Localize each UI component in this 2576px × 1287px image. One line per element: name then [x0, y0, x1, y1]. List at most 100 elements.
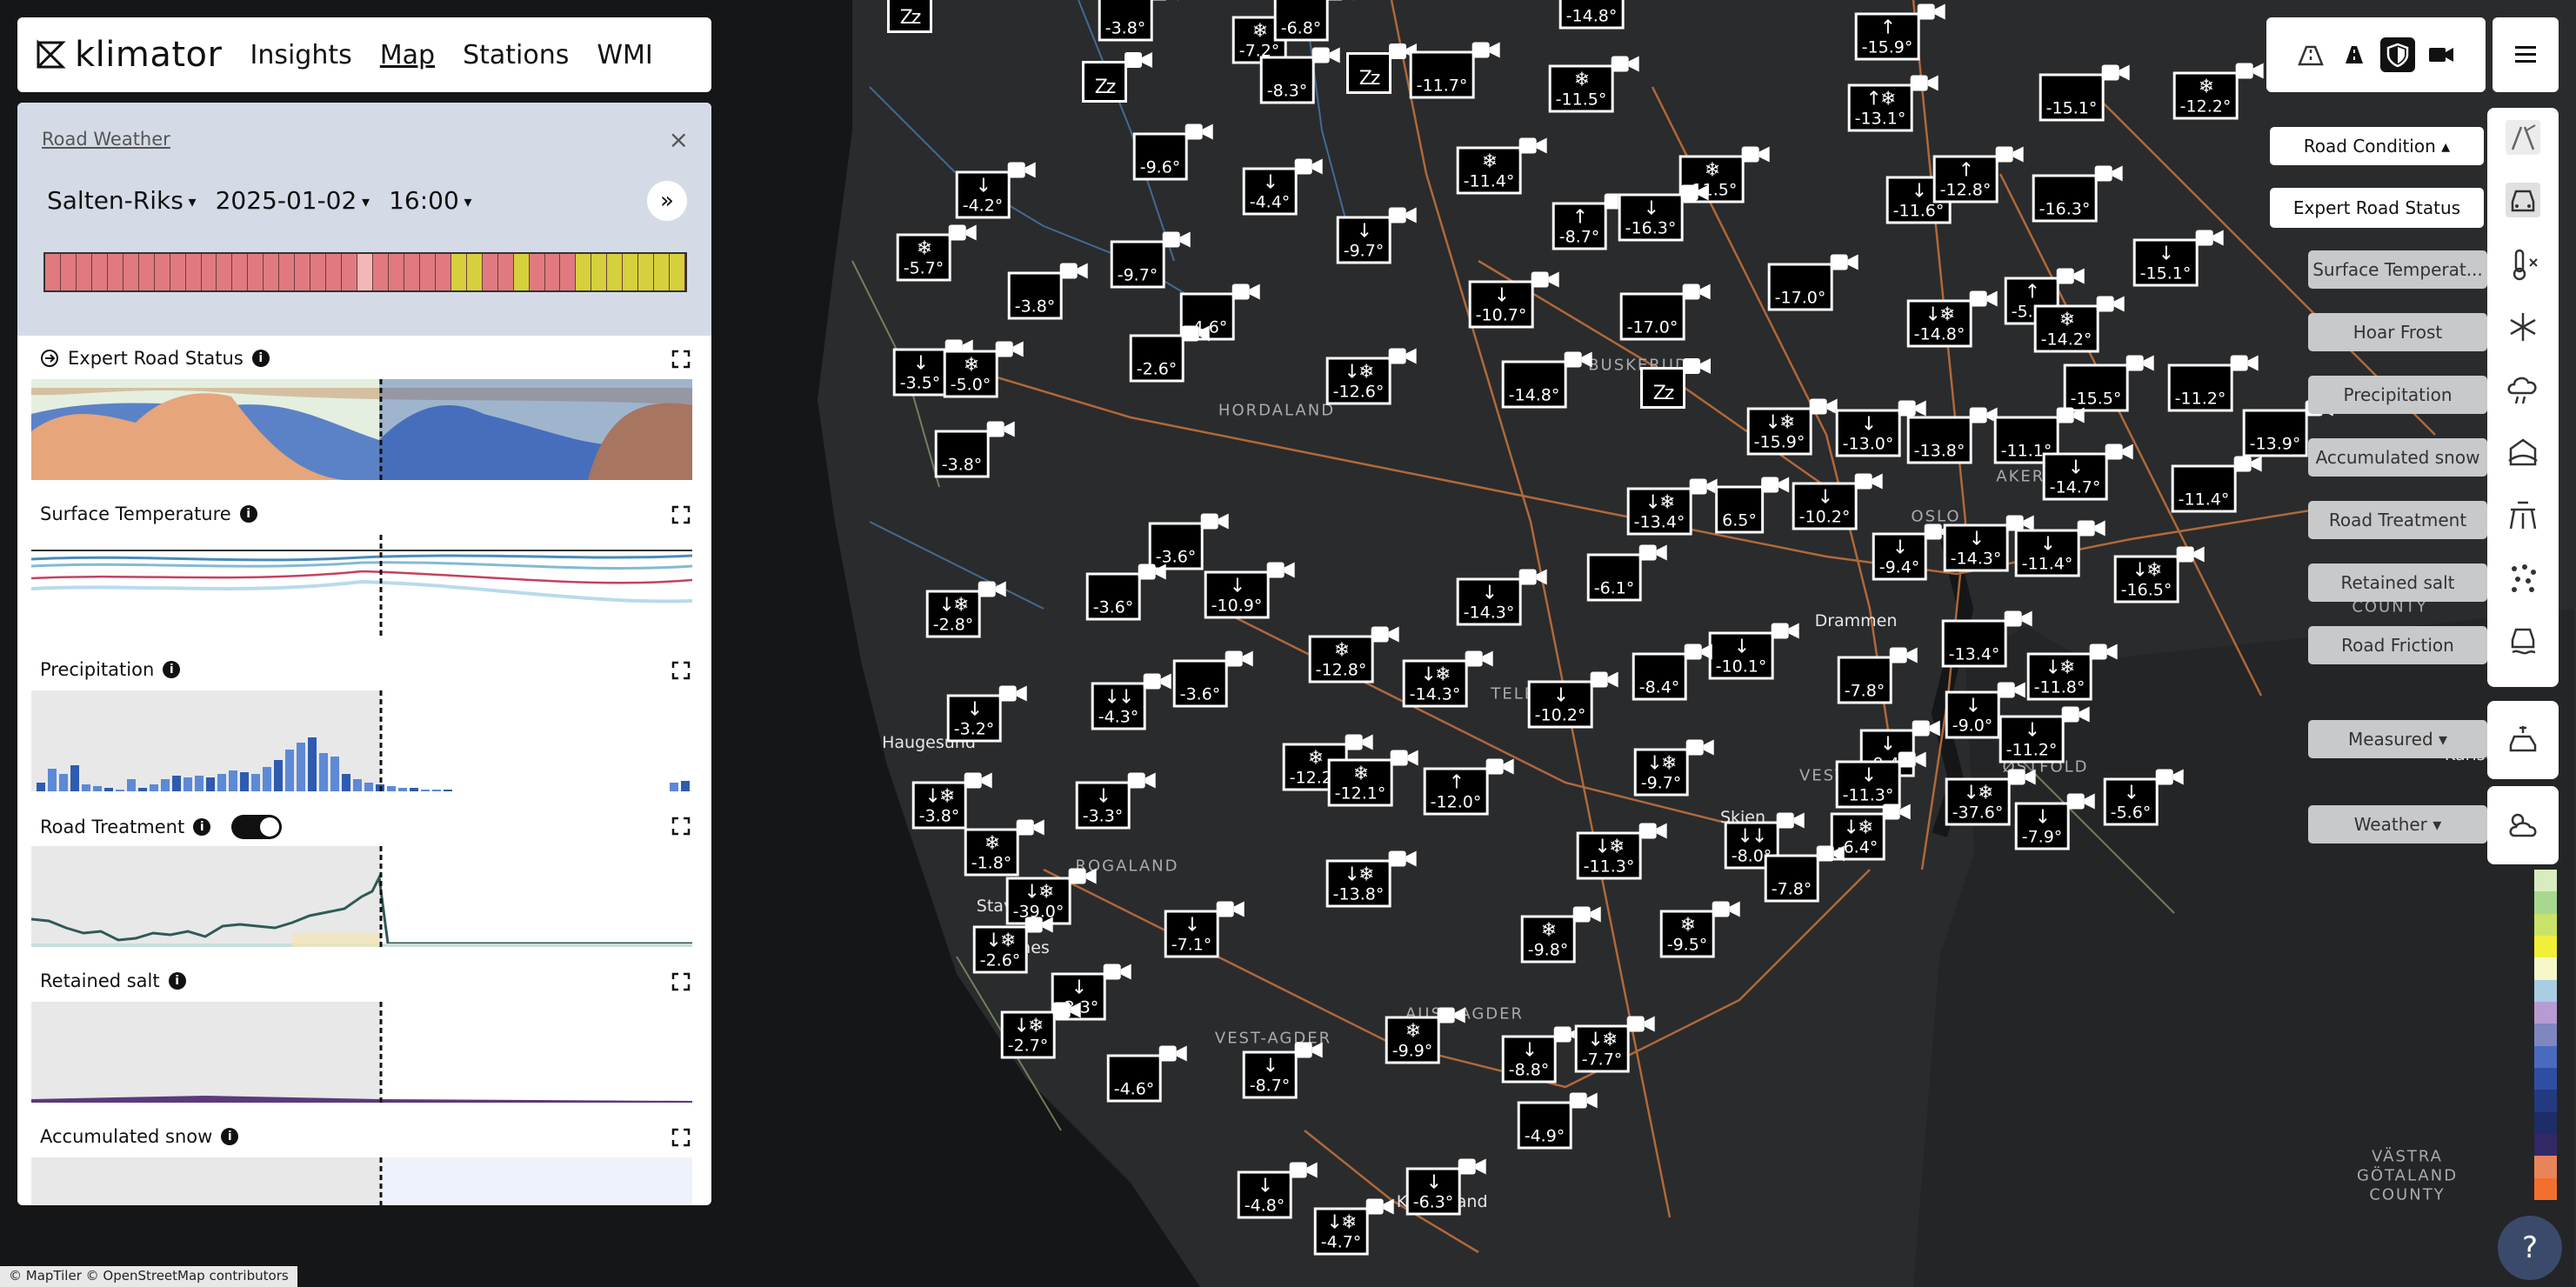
marker-box[interactable]: -4.9°	[1517, 1101, 1572, 1150]
info-icon[interactable]: i	[251, 350, 270, 367]
camera-icon[interactable]	[1881, 803, 1911, 822]
station-marker[interactable]: ↓ -4.8°	[1237, 1162, 1318, 1219]
station-marker[interactable]: ↓ -10.9°	[1204, 562, 1295, 619]
timeline-segment[interactable]	[342, 254, 358, 290]
marker-box[interactable]: ↓-9.4°	[1872, 532, 1927, 581]
region-select[interactable]: Salten-Riks	[47, 186, 197, 215]
info-icon[interactable]: i	[221, 1128, 239, 1145]
marker-box[interactable]: ↓ -7.1°	[1164, 910, 1219, 958]
station-marker[interactable]: -3.8°	[1007, 263, 1088, 320]
camera-icon[interactable]	[1638, 822, 1667, 841]
marker-box[interactable]: ↑ -12.0°	[1423, 767, 1489, 816]
station-marker[interactable]: ❄ -1.8°	[964, 819, 1044, 877]
station-marker[interactable]: ↓ -10.1°	[1708, 623, 1799, 680]
marker-box[interactable]: ↓ -4.2°	[955, 170, 1011, 219]
camera-icon[interactable]	[1015, 818, 1044, 837]
camera-icon[interactable]	[1563, 350, 1592, 370]
station-marker[interactable]: ↓ -9.0°	[1945, 682, 2025, 739]
camera-icon[interactable]	[1610, 55, 1639, 74]
camera-icon[interactable]	[1051, 1001, 1081, 1020]
camera-icon[interactable]	[1457, 1157, 1486, 1177]
timeline-segment[interactable]	[264, 254, 280, 290]
marker-box[interactable]: ↓❄ -2.8°	[925, 590, 981, 638]
camera-icon[interactable]	[1625, 1015, 1655, 1034]
station-marker[interactable]: ↓❄ -12.6°	[1325, 348, 1417, 405]
station-marker[interactable]: ❄ -12.2°	[2172, 63, 2264, 120]
marker-box[interactable]: -4.6°	[1106, 1054, 1162, 1103]
camera-icon[interactable]	[2104, 443, 2133, 462]
station-marker[interactable]: -11.7°	[1409, 42, 1500, 99]
timeline-segment[interactable]	[310, 254, 327, 290]
timeline-segment[interactable]	[654, 254, 671, 290]
section-chart[interactable]	[31, 1002, 692, 1104]
marker-box[interactable]: -11.7°	[1409, 50, 1475, 99]
camera-icon[interactable]	[985, 420, 1015, 439]
station-marker[interactable]: ↓ -6.3°	[1405, 1158, 1486, 1216]
info-icon[interactable]: i	[193, 818, 211, 836]
hoar-frost-icon[interactable]	[2506, 310, 2540, 344]
shield-layer-button[interactable]	[2380, 37, 2415, 72]
camera-icon[interactable]	[1058, 262, 1088, 281]
station-marker[interactable]: ↓❄ -15.9°	[1746, 398, 1838, 456]
marker-box[interactable]: -2.6°	[1129, 334, 1185, 383]
station-marker[interactable]: ↓ -4.2°	[955, 162, 1036, 219]
station-marker[interactable]: -16.3°	[2032, 165, 2123, 223]
nav-wmi[interactable]: WMI	[597, 40, 652, 70]
station-marker[interactable]: -14.8°	[1558, 0, 1625, 30]
station-marker[interactable]: -15.1°	[2039, 64, 2130, 122]
camera-icon[interactable]	[1126, 771, 1156, 790]
station-marker[interactable]: ↓❄ -11.3°	[1576, 823, 1667, 880]
timeline-segment[interactable]	[248, 254, 264, 290]
station-marker[interactable]: ↓ -5.6°	[2103, 769, 2184, 826]
station-marker[interactable]: -3.6°	[1172, 650, 1253, 708]
marker-box[interactable]: ↓❄ -16.5°	[2113, 555, 2179, 603]
station-marker[interactable]: ❄ -9.9°	[1385, 1007, 1465, 1064]
station-marker[interactable]: ↑ -12.8°	[1932, 146, 2024, 203]
station-marker[interactable]: -8.3°	[1259, 47, 1340, 104]
layer-button-accumulated-snow[interactable]: Accumulated snow	[2308, 438, 2487, 477]
status-timeline[interactable]	[43, 252, 687, 292]
timeline-segment[interactable]	[607, 254, 624, 290]
marker-box[interactable]: ↓ -10.2°	[1527, 680, 1593, 729]
station-marker[interactable]: -6.1°	[1586, 544, 1667, 602]
weather-icon-box[interactable]	[2487, 786, 2559, 864]
timeline-segment[interactable]	[450, 254, 467, 290]
timeline-segment[interactable]	[435, 254, 451, 290]
timeline-segment[interactable]	[357, 254, 374, 290]
timeline-segment[interactable]	[466, 254, 483, 290]
station-marker[interactable]: Zz	[1640, 358, 1711, 409]
marker-box[interactable]: -15.5°	[2063, 363, 2129, 412]
marker-box[interactable]: ↓❄ -14.8°	[1906, 299, 1972, 348]
station-marker[interactable]: ↓❄ -16.5°	[2113, 546, 2205, 603]
timeline-segment[interactable]	[295, 254, 311, 290]
camera-icon[interactable]	[1137, 563, 1166, 582]
camera-icon[interactable]	[1775, 811, 1805, 830]
station-marker[interactable]: ❄ -12.1°	[1327, 750, 1418, 807]
timeline-segment[interactable]	[154, 254, 170, 290]
timeline-segment[interactable]	[482, 254, 498, 290]
camera-icon[interactable]	[1968, 290, 1998, 309]
marker-box[interactable]: ↓❄ -11.8°	[2026, 652, 2092, 701]
layer-button-road-friction[interactable]: Road Friction	[2308, 626, 2487, 664]
section-chart[interactable]	[31, 1157, 692, 1205]
camera-icon[interactable]	[1916, 3, 1945, 22]
timeline-segment[interactable]	[107, 254, 123, 290]
camera-icon[interactable]	[2055, 267, 2085, 286]
layer-button-road-treatment[interactable]: Road Treatment	[2308, 501, 2487, 539]
marker-box[interactable]: ❄ -11.4°	[1456, 146, 1522, 195]
marker-box[interactable]: -15.1°	[2039, 73, 2105, 122]
station-marker[interactable]: ↑ -12.0°	[1423, 758, 1514, 816]
timeline-segment[interactable]	[326, 254, 343, 290]
station-marker[interactable]: ↓❄ -13.4°	[1626, 478, 1718, 536]
accumulated-snow-icon[interactable]	[2506, 435, 2540, 470]
station-marker[interactable]: -11.2°	[2167, 355, 2259, 412]
station-marker[interactable]: ↑ -8.7°	[1552, 193, 1632, 250]
camera-icon[interactable]	[1996, 681, 2025, 700]
camera-icon[interactable]	[2006, 768, 2036, 787]
station-marker[interactable]: ↓ -11.2°	[1999, 706, 2090, 764]
station-marker[interactable]: -14.8°	[1501, 351, 1592, 409]
layer-button-retained-salt[interactable]: Retained salt	[2308, 563, 2487, 602]
camera-icon[interactable]	[2095, 295, 2125, 314]
camera-icon[interactable]	[1161, 230, 1191, 250]
road-status-icon[interactable]	[2506, 120, 2540, 155]
